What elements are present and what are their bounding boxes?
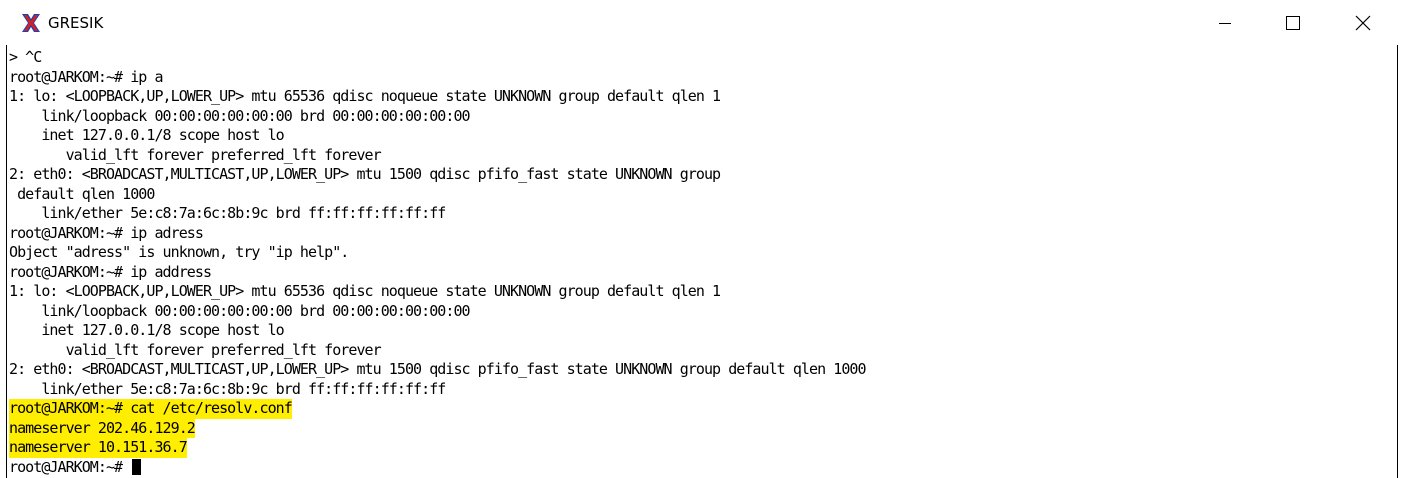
terminal-line-text: 1: lo: <LOOPBACK,UP,LOWER_UP> mtu 65536 …: [9, 282, 721, 300]
terminal-line: 2: eth0: <BROADCAST,MULTICAST,UP,LOWER_U…: [9, 165, 1397, 185]
terminal-line: 1: lo: <LOOPBACK,UP,LOWER_UP> mtu 65536 …: [9, 282, 1397, 302]
maximize-button[interactable]: [1258, 0, 1328, 45]
terminal-line: link/ether 5e:c8:7a:6c:8b:9c brd ff:ff:f…: [9, 204, 1397, 224]
maximize-icon: [1286, 15, 1300, 30]
terminal-line-text: valid_lft forever preferred_lft forever: [9, 145, 382, 164]
prompt-text: root@JARKOM:~#: [9, 457, 131, 476]
terminal-line-text: link/loopback 00:00:00:00:00:00 brd 00:0…: [9, 301, 470, 320]
terminal-line: 2: eth0: <BROADCAST,MULTICAST,UP,LOWER_U…: [9, 360, 1397, 380]
terminal-line-text: valid_lft forever preferred_lft forever: [9, 340, 382, 359]
window-title: GRESIK: [48, 14, 104, 32]
terminal-line: link/ether 5e:c8:7a:6c:8b:9c brd ff:ff:f…: [9, 380, 1397, 400]
terminal-line-text: link/loopback 00:00:00:00:00:00 brd 00:0…: [9, 106, 470, 125]
terminal-line: Object "adress" is unknown, try "ip help…: [9, 243, 1397, 263]
terminal-line-text: default qlen 1000: [9, 184, 155, 203]
terminal-line: inet 127.0.0.1/8 scope host lo: [9, 321, 1397, 341]
terminal-line-text: root@JARKOM:~# ip adress: [9, 223, 204, 242]
title-bar[interactable]: GRESIK: [0, 0, 1401, 45]
minimize-icon: [1219, 22, 1231, 24]
terminal-line: 1: lo: <LOOPBACK,UP,LOWER_UP> mtu 65536 …: [9, 87, 1397, 107]
highlighted-terminal-line: nameserver 10.151.36.7: [9, 438, 1397, 458]
terminal-line: default qlen 1000: [9, 185, 1397, 205]
terminal-line-text: Object "adress" is unknown, try "ip help…: [9, 243, 349, 261]
text-cursor: [132, 458, 142, 475]
highlighted-line-text: nameserver 10.151.36.7: [9, 438, 188, 458]
highlighted-terminal-line: nameserver 202.46.129.2: [9, 418, 1397, 438]
terminal-line: valid_lft forever preferred_lft forever: [9, 341, 1397, 361]
terminal-line-text: 1: lo: <LOOPBACK,UP,LOWER_UP> mtu 65536 …: [9, 87, 721, 105]
terminal-line-text: inet 127.0.0.1/8 scope host lo: [9, 321, 284, 339]
terminal-line: root@JARKOM:~# ip a: [9, 68, 1397, 88]
close-button[interactable]: [1328, 0, 1398, 45]
terminal-line: inet 127.0.0.1/8 scope host lo: [9, 126, 1397, 146]
terminal-line-text: 2: eth0: <BROADCAST,MULTICAST,UP,LOWER_U…: [9, 360, 867, 378]
highlighted-line-text: root@JARKOM:~# cat /etc/resolv.conf: [9, 399, 293, 419]
minimize-button[interactable]: [1190, 0, 1260, 45]
x-logo-icon: [20, 12, 42, 34]
terminal-line-text: link/ether 5e:c8:7a:6c:8b:9c brd ff:ff:f…: [9, 379, 446, 398]
terminal-line: valid_lft forever preferred_lft forever: [9, 146, 1397, 166]
terminal-line-text: link/ether 5e:c8:7a:6c:8b:9c brd ff:ff:f…: [9, 204, 446, 222]
terminal-line-text: 2: eth0: <BROADCAST,MULTICAST,UP,LOWER_U…: [9, 165, 721, 183]
terminal-line: root@JARKOM:~# ip address: [9, 263, 1397, 283]
terminal-line: > ^C: [9, 48, 1397, 68]
close-icon: [1355, 15, 1371, 30]
terminal-output[interactable]: > ^C root@JARKOM:~# ip a 1: lo: <LOOPBACK,…: [6, 45, 1398, 478]
terminal-line: root@JARKOM:~# ip adress: [9, 224, 1397, 244]
highlighted-line-text: nameserver 202.46.129.2: [9, 418, 196, 438]
terminal-window: GRESIK > ^C root@JARKOM:~# ip a 1: lo: <LO…: [0, 0, 1401, 478]
terminal-line: link/loopback 00:00:00:00:00:00 brd 00:0…: [9, 107, 1397, 127]
terminal-line-text: root@JARKOM:~# ip a: [9, 67, 163, 86]
terminal-line: link/loopback 00:00:00:00:00:00 brd 00:0…: [9, 302, 1397, 322]
terminal-line-text: inet 127.0.0.1/8 scope host lo: [9, 126, 284, 144]
terminal-line-text: > ^C: [9, 48, 42, 66]
prompt-line: root@JARKOM:~#: [9, 458, 1397, 478]
highlighted-terminal-line: root@JARKOM:~# cat /etc/resolv.conf: [9, 399, 1397, 419]
terminal-line-text: root@JARKOM:~# ip address: [9, 262, 212, 281]
